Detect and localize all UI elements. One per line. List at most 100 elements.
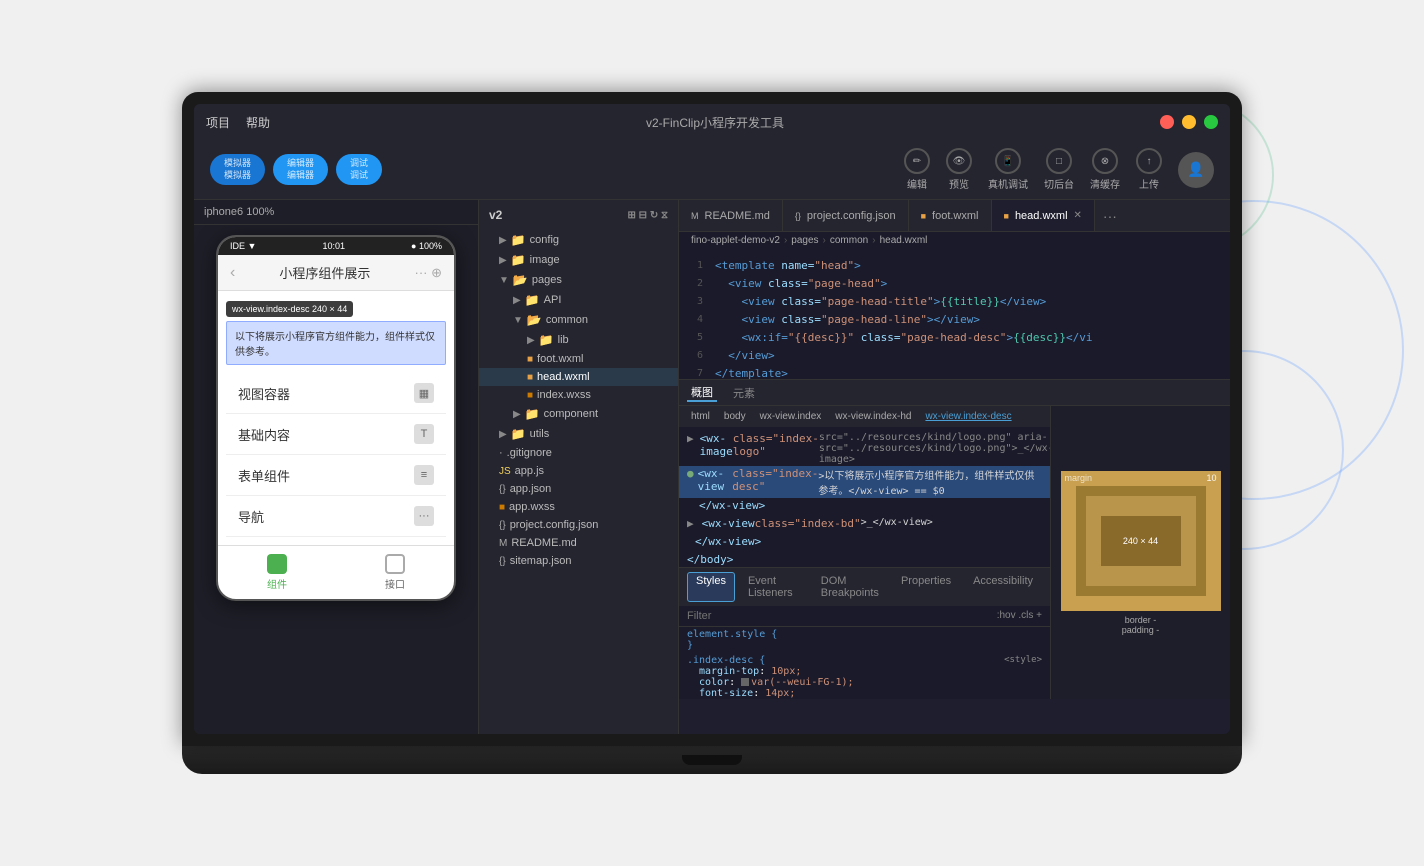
tree-head-wxml[interactable]: ■ head.wxml	[479, 368, 678, 386]
phone-section-2[interactable]: 表单组件 ≡	[226, 455, 446, 496]
tree-utils[interactable]: ▶ 📁 utils	[479, 424, 678, 444]
tree-sitemap[interactable]: {} sitemap.json	[479, 552, 678, 570]
app-title: v2-FinClip小程序开发工具	[646, 114, 784, 131]
phone-nav-api[interactable]: 接口	[336, 554, 454, 591]
tab-foot-wxml[interactable]: ■ foot.wxml	[909, 200, 992, 232]
tree-api[interactable]: ▶ 📁 API	[479, 290, 678, 310]
tree-index-wxss[interactable]: ■ index.wxss	[479, 386, 678, 404]
laptop-notch	[682, 755, 742, 765]
device-debug-action[interactable]: 📱 真机调试	[988, 148, 1028, 191]
trash-icon: ⊗	[1092, 148, 1118, 174]
file-appwxss-icon: ■	[499, 502, 505, 513]
box-model-panel: margin 10 240 × 44	[1050, 406, 1230, 699]
html-preview[interactable]: ▶ <wx-image class="index-logo" src="../r…	[679, 427, 1050, 567]
tree-readme[interactable]: M README.md	[479, 534, 678, 552]
menu-help[interactable]: 帮助	[246, 114, 270, 131]
elem-wx-view-desc[interactable]: wx-view.index-desc	[921, 410, 1015, 423]
section-label-2: 表单组件	[238, 466, 290, 485]
tree-app-json[interactable]: {} app.json	[479, 480, 678, 498]
html-line-1[interactable]: ● <wx-view class="index-desc" >以下将展示小程序官…	[679, 466, 1050, 498]
bottom-panel: 概图 元素 html body wx-view.index wx-view.in	[679, 379, 1230, 699]
style-tab-dom[interactable]: DOM Breakpoints	[812, 572, 888, 602]
bc-file: head.wxml	[880, 235, 928, 246]
html-tag-0: <wx-image	[700, 432, 733, 465]
menu-project[interactable]: 项目	[206, 114, 230, 131]
code-line-3: 3 <view class="page-head-title">{{title}…	[679, 293, 1230, 311]
window-close-btn[interactable]	[1160, 115, 1174, 129]
tree-component[interactable]: ▶ 📁 component	[479, 404, 678, 424]
section-label-1: 基础内容	[238, 425, 290, 444]
html-content-1: >以下将展示小程序官方组件能力，组件样式仅供参考。</wx-view> == $…	[818, 467, 1042, 497]
tabs-more-btn[interactable]: ···	[1095, 208, 1125, 224]
window-maximize-btn[interactable]	[1204, 115, 1218, 129]
edit-action[interactable]: ✏ 编辑	[904, 148, 930, 191]
styles-content: element.style { } .index-desc { <style>	[679, 627, 1050, 700]
bottom-tab-elements[interactable]: 元素	[729, 385, 759, 401]
window-minimize-btn[interactable]	[1182, 115, 1196, 129]
laptop-base	[182, 746, 1242, 774]
box-labels: border - padding -	[1122, 615, 1160, 635]
editor-area: M README.md {} project.config.json ■ foo…	[679, 200, 1230, 734]
phone-section-1[interactable]: 基础内容 T	[226, 414, 446, 455]
tab-head-wxml[interactable]: ■ head.wxml ✕	[992, 200, 1095, 232]
tree-config[interactable]: ▶ 📁 config	[479, 230, 678, 250]
bottom-tab-overview[interactable]: 概图	[687, 384, 717, 402]
file-sitemap-icon: {}	[499, 556, 506, 567]
phone-section-3[interactable]: 导航 ···	[226, 496, 446, 537]
caret-utils: ▶	[499, 429, 507, 440]
html-tag-3: <wx-view	[702, 517, 755, 533]
tree-pages[interactable]: ▼ 📂 pages	[479, 270, 678, 290]
section-icon-0: ▦	[414, 383, 434, 403]
simulator-btn[interactable]: 模拟器 模拟器	[210, 154, 265, 185]
tree-app-wxss[interactable]: ■ app.wxss	[479, 498, 678, 516]
file-tree-header: v2 ⊞ ⊟ ↻ ⧖	[479, 200, 678, 230]
preview-action[interactable]: 👁 预览	[946, 148, 972, 191]
tab-project-config[interactable]: {} project.config.json	[783, 200, 909, 232]
debug-btn[interactable]: 调试 调试	[336, 154, 382, 185]
breadcrumb: fino-applet-demo-v2 › pages › common › h…	[679, 232, 1230, 249]
phone-section-0[interactable]: 视图容器 ▦	[226, 373, 446, 414]
style-tab-events[interactable]: Event Listeners	[739, 572, 808, 602]
elem-body[interactable]: body	[720, 410, 750, 423]
html-tree-area: html body wx-view.index wx-view.index-hd…	[679, 406, 1050, 699]
filter-input[interactable]	[687, 610, 997, 622]
html-line-3: ▶ <wx-view class="index-bd" >_</wx-view>	[679, 516, 1050, 534]
style-tab-access[interactable]: Accessibility	[964, 572, 1042, 602]
box-content-size: 240 × 44	[1123, 536, 1158, 546]
preview-panel: iphone6 100% IDE ▼ 10:01 ● 100% ‹ 小程序组件	[194, 200, 479, 734]
tree-project-config[interactable]: {} project.config.json	[479, 516, 678, 534]
foot-icon: ■	[921, 211, 926, 221]
tab-close-btn[interactable]: ✕	[1074, 210, 1082, 221]
tab-readme[interactable]: M README.md	[679, 200, 783, 232]
background-action[interactable]: □ 切后台	[1044, 148, 1074, 191]
tree-common[interactable]: ▼ 📂 common	[479, 310, 678, 330]
tree-gitignore[interactable]: · .gitignore	[479, 444, 678, 462]
code-editor[interactable]: 1 <template name="head"> 2 <view class="…	[679, 249, 1230, 379]
folder-api-icon: 📁	[525, 293, 540, 307]
tree-lib[interactable]: ▶ 📁 lib	[479, 330, 678, 350]
tree-common-label: common	[546, 314, 588, 326]
elem-html[interactable]: html	[687, 410, 714, 423]
file-foot-icon: ■	[527, 354, 533, 365]
user-avatar[interactable]: 👤	[1178, 152, 1214, 188]
box-padding-area: 240 × 44	[1086, 496, 1196, 586]
tree-image[interactable]: ▶ 📁 image	[479, 250, 678, 270]
line-num-4: 4	[679, 311, 715, 329]
editor-sub: 编辑器	[287, 170, 314, 182]
code-line-1: 1 <template name="head">	[679, 257, 1230, 275]
editor-btn[interactable]: 编辑器 编辑器	[273, 154, 328, 185]
elem-wx-view-hd[interactable]: wx-view.index-hd	[831, 410, 915, 423]
upload-action[interactable]: ↑ 上传	[1136, 148, 1162, 191]
style-tab-props[interactable]: Properties	[892, 572, 960, 602]
clear-cache-action[interactable]: ⊗ 清缓存	[1090, 148, 1120, 191]
editor-label: 编辑器	[287, 158, 314, 170]
elem-wx-view-index[interactable]: wx-view.index	[756, 410, 826, 423]
app-titlebar: 项目 帮助 v2-FinClip小程序开发工具	[194, 104, 1230, 140]
tree-foot-wxml[interactable]: ■ foot.wxml	[479, 350, 678, 368]
preview-header: iphone6 100%	[194, 200, 478, 225]
phone-nav-components[interactable]: 组件	[218, 554, 336, 591]
style-tab-styles[interactable]: Styles	[687, 572, 735, 602]
tree-app-js[interactable]: JS app.js	[479, 462, 678, 480]
caret-pages: ▼	[499, 275, 509, 286]
clear-cache-label: 清缓存	[1090, 176, 1120, 191]
